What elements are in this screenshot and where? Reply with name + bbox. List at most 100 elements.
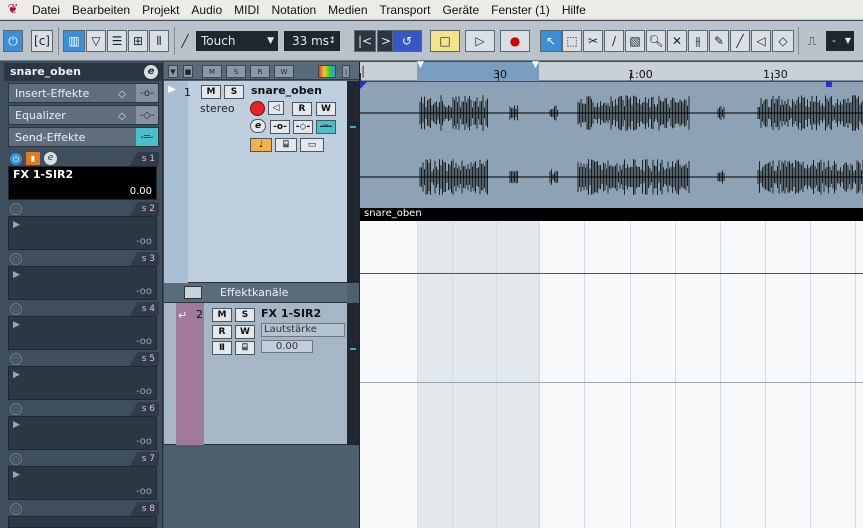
send-power-icon[interactable]: ⏻ [10,253,22,265]
show-overview-button[interactable]: ☰ [107,30,127,52]
solo-button[interactable]: S [235,308,255,322]
dropdown-arrow-icon[interactable]: ▶ [13,320,20,330]
timeline-ruler[interactable]: 30 1:00 1:30 ▼ ▼ │ [360,60,863,81]
volume-automation-line[interactable] [360,273,863,274]
insert-effects-section[interactable]: Insert-Effekte ◇ -o- [8,83,159,103]
send-power-icon[interactable]: ⏻ [10,153,22,165]
dropdown-arrow-icon[interactable]: ▶ [13,370,20,380]
dropdown-arrow-icon[interactable]: ▶ [13,270,20,280]
send-level-value[interactable]: -oo [136,486,152,497]
send-slot-6[interactable]: ⏻ s 6 ▶ -oo [8,402,159,452]
stop-button[interactable]: □ [430,30,460,52]
edit-channel-icon[interactable]: e [144,65,158,79]
menu-audio[interactable]: Audio [185,0,228,20]
global-solo-icon[interactable]: S [226,65,246,78]
global-tracks-icon[interactable]: ■ [183,65,193,78]
edit-send-icon[interactable]: e [44,152,57,165]
cycle-button[interactable]: ↺ [392,30,422,52]
lock-button[interactable]: ⌸ [235,341,255,355]
send-level-value[interactable]: -oo [136,336,152,347]
mute-automation-button[interactable]: Ⅱ [212,341,232,355]
send-effects-section[interactable]: Send-Effekte -═- [8,127,159,147]
read-automation-button[interactable]: R [292,102,312,116]
send-slot-2[interactable]: ⏻ s 2 ▶ -oo [8,202,159,252]
inspector-track-title[interactable]: snare_oben e [4,63,162,81]
insert-bypass-button[interactable]: -o- [270,120,290,134]
line-tool[interactable]: ╱ [730,30,750,52]
audio-event[interactable] [360,81,863,211]
timebase-button[interactable]: ♩ [250,138,272,152]
show-info-line-button[interactable]: ▽ [86,30,106,52]
mute-button[interactable]: M [212,308,232,322]
send-slot-8[interactable]: ⏻ s 8 [8,502,159,528]
equalizer-section[interactable]: Equalizer ◇ -◇- [8,105,159,125]
nudge-value-stepper[interactable]: 33 ms ↕ [284,31,340,51]
write-automation-button[interactable]: W [316,102,336,116]
menu-fenster[interactable]: Fenster (1) [485,0,556,20]
project-cursor-icon[interactable]: │ [360,67,366,78]
app-logo-icon[interactable]: ❦ [0,0,26,20]
play-button[interactable]: ▷ [465,30,495,52]
scroll-handle-icon[interactable]: | [342,65,350,78]
color-tool[interactable]: ◇ [772,30,794,52]
snap-icon[interactable]: ⎍ [802,30,822,52]
send-power-icon[interactable]: ⏻ [10,203,22,215]
track-row-audio[interactable]: ▶ 1 M S snare_oben stereo ◁ R W e -o- -◇… [164,81,347,283]
range-selection-tool[interactable]: ⬚ [562,30,582,52]
event-name-label[interactable]: snare_oben [360,208,863,221]
send-slot-4[interactable]: ⏻ s 4 ▶ -oo [8,302,159,352]
menu-medien[interactable]: Medien [322,0,373,20]
send-bypass-icon[interactable]: -═- [136,128,158,146]
lock-button[interactable]: ⌸ [275,138,297,152]
right-locator-icon[interactable]: ▼ [532,60,539,70]
eq-bypass-icon[interactable]: -◇- [136,106,158,124]
menu-projekt[interactable]: Projekt [136,0,185,20]
dropdown-arrow-icon[interactable]: ▶ [13,470,20,480]
zoom-tool[interactable]: 🔍︎ [646,30,666,52]
global-read-icon[interactable]: R [250,65,270,78]
object-selection-tool[interactable]: ↖ [540,30,562,52]
show-mixer-button[interactable]: ⫴ [149,30,169,52]
send-power-icon[interactable]: ⏻ [10,353,22,365]
read-automation-button[interactable]: R [212,325,232,339]
track-colors-icon[interactable] [318,65,336,78]
lower-track-area[interactable] [360,221,863,528]
track-list-menu-icon[interactable]: ▼ [168,65,178,78]
draw-tool[interactable]: ✎ [709,30,729,52]
send-power-icon[interactable]: ⏻ [10,303,22,315]
monitor-button[interactable]: ◁ [268,101,284,115]
menu-midi[interactable]: MIDI [228,0,265,20]
activate-project-button[interactable]: ⏻ [3,30,23,52]
send-slot-3[interactable]: ⏻ s 3 ▶ -oo [8,252,159,302]
expand-track-icon[interactable]: ▶ [168,84,176,95]
insert-bypass-icon[interactable]: -o- [136,84,158,102]
mute-button[interactable]: M [201,85,221,99]
play-tool[interactable]: ◁ [751,30,771,52]
show-inspector-button[interactable]: ▥ [63,30,85,52]
menu-geraete[interactable]: Geräte [436,0,485,20]
bypass-diamond-icon[interactable]: ◇ [118,107,126,127]
eq-bypass-button[interactable]: -◇- [293,120,313,134]
quantize-select[interactable]: - ▼ [826,31,854,51]
send-power-icon[interactable]: ⏻ [10,403,22,415]
track-name[interactable]: snare_oben [251,84,322,97]
split-tool[interactable]: ✂ [583,30,603,52]
event-display[interactable]: 30 1:00 1:30 ▼ ▼ │ snare_oben [359,60,863,528]
bypass-diamond-icon[interactable]: ◇ [118,85,126,105]
show-pool-button[interactable]: ⊞ [128,30,148,52]
comp-tool[interactable]: ⫵ [688,30,708,52]
record-enable-button[interactable] [250,101,265,116]
constrain-delay-button[interactable]: [c] [31,30,53,52]
cycle-region[interactable] [417,62,539,81]
menu-notation[interactable]: Notation [265,0,322,20]
global-write-icon[interactable]: W [274,65,294,78]
send-bypass-button[interactable]: -═- [316,120,336,134]
fx-channel-folder[interactable]: Effektkanäle [164,283,347,303]
send-power-icon[interactable]: ⏻ [10,453,22,465]
edit-channel-button[interactable]: e [250,119,266,133]
write-automation-button[interactable]: W [235,325,255,339]
lanes-button[interactable]: ▭ [300,138,324,152]
dropdown-arrow-icon[interactable]: ▶ [13,220,20,230]
menu-hilfe[interactable]: Hilfe [556,0,592,20]
menu-transport[interactable]: Transport [374,0,437,20]
